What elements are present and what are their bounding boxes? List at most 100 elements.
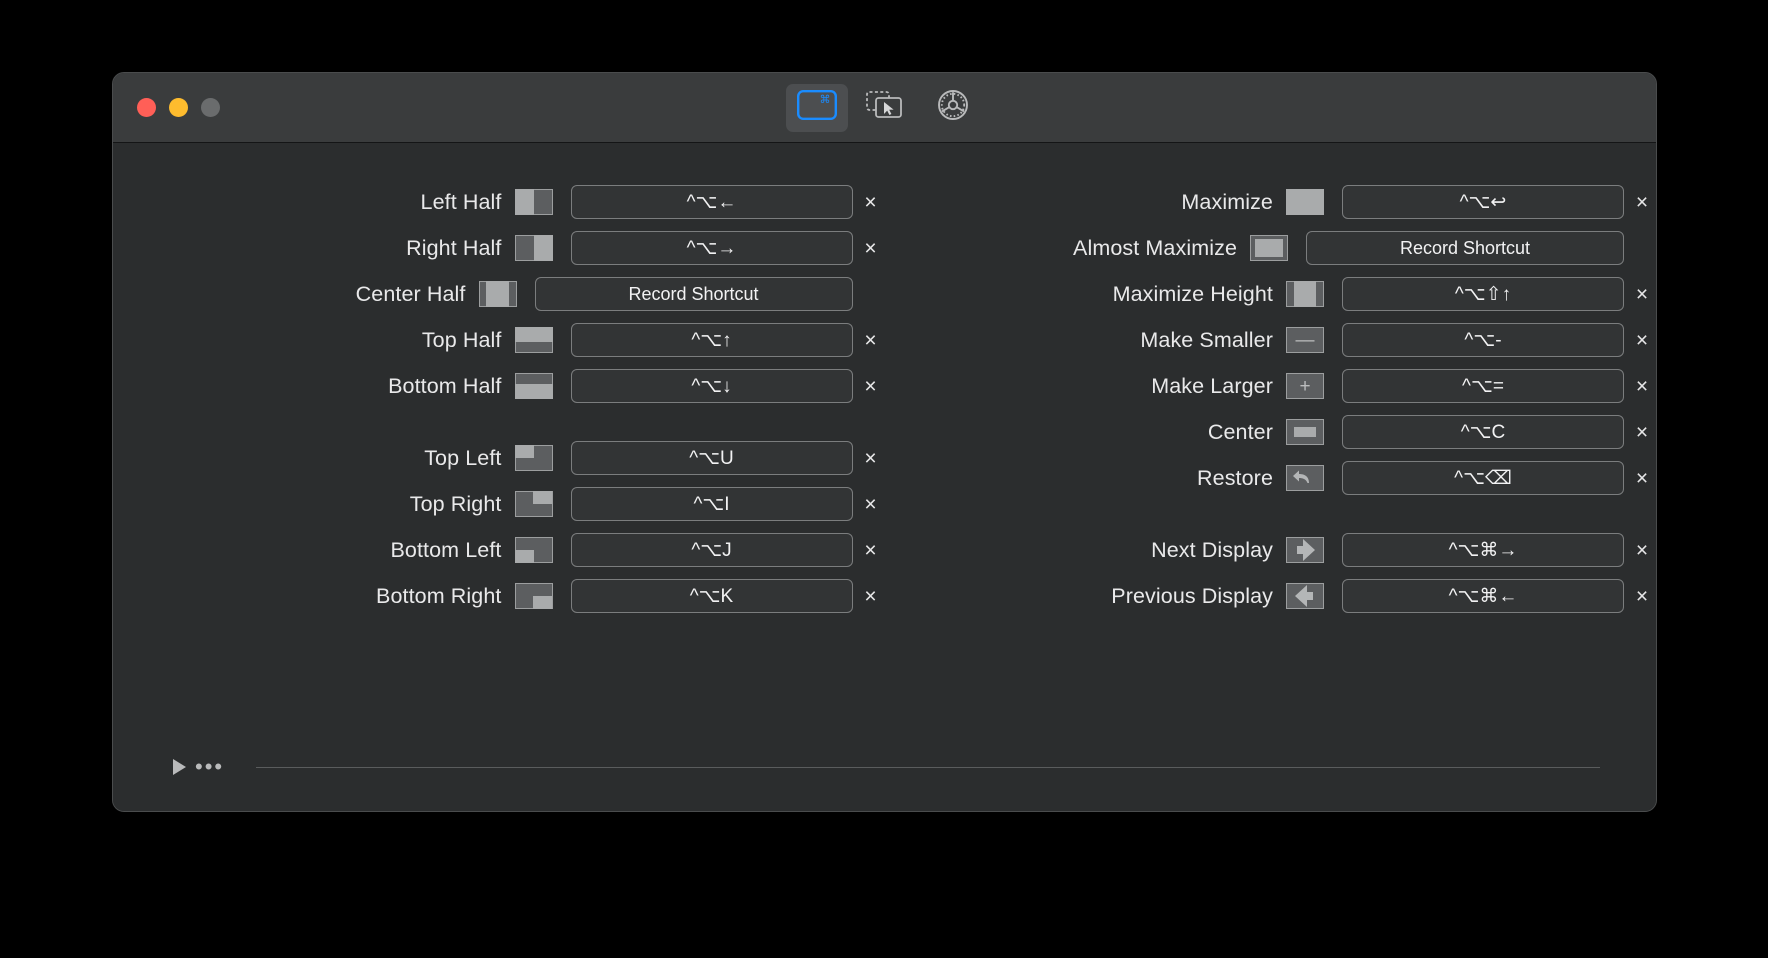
shortcut-control: ^⌥→ × xyxy=(570,231,885,265)
label-almost-maximize: Almost Maximize xyxy=(1073,235,1237,260)
shortcut-row: Right Half ^⌥→ × xyxy=(113,225,885,271)
window-mouse-tab[interactable] xyxy=(854,84,916,132)
shortcut-control: ^⌥I × xyxy=(570,487,885,521)
shortcut-field[interactable]: ^⌥C xyxy=(1342,415,1624,449)
label-previous-display: Previous Display xyxy=(1111,583,1273,608)
center-half-icon xyxy=(478,281,517,307)
titlebar: ⌘ xyxy=(113,73,1656,143)
shortcut-row: Top Right ^⌥I × xyxy=(113,481,885,527)
clear-shortcut-button[interactable]: × xyxy=(1628,326,1656,354)
shortcut-control: ^⌥C × xyxy=(1342,415,1656,449)
top-left-icon xyxy=(514,445,553,471)
shortcut-control: ^⌥⌫ × xyxy=(1342,461,1656,495)
left-half-icon xyxy=(514,189,553,215)
row-spacer xyxy=(885,501,1657,527)
window-snapping-tab[interactable]: ⌘ xyxy=(785,83,848,132)
minimize-button[interactable] xyxy=(169,98,188,117)
close-button[interactable] xyxy=(137,98,156,117)
shortcut-field[interactable]: ^⌥↩ xyxy=(1342,185,1624,219)
shortcut-control: ^⌥U × xyxy=(570,441,885,475)
bottom-right-icon xyxy=(514,583,553,609)
shortcut-field[interactable]: ^⌥U xyxy=(570,441,853,475)
record-shortcut-button[interactable]: Record Shortcut xyxy=(534,277,853,311)
shortcut-row: Maximize ^⌥↩ × xyxy=(885,179,1657,225)
label-top-half: Top Half xyxy=(421,327,502,352)
shortcut-row: Almost Maximize Record Shortcut× xyxy=(885,225,1657,271)
clear-shortcut-button[interactable]: × xyxy=(857,582,885,610)
top-half-icon xyxy=(514,327,553,353)
disclosure-triangle-icon[interactable] xyxy=(173,759,186,775)
shortcut-control: ^⌥⇧↑ × xyxy=(1342,277,1656,311)
shortcut-field[interactable]: ^⌥K xyxy=(570,579,853,613)
label-top-right: Top Right xyxy=(409,491,502,516)
footer-bar: ••• xyxy=(113,747,1656,787)
clear-shortcut-button[interactable]: × xyxy=(857,490,885,518)
clear-shortcut-button[interactable]: × xyxy=(857,234,885,262)
label-top-left: Top Left xyxy=(424,445,502,470)
record-shortcut-button[interactable]: Record Shortcut xyxy=(1306,231,1624,265)
shortcut-row: Top Half ^⌥↑ × xyxy=(113,317,885,363)
shortcut-control: ^⌥J × xyxy=(570,533,885,567)
label-center-half: Center Half xyxy=(355,281,466,306)
label-right-half: Right Half xyxy=(406,235,502,260)
clear-shortcut-button[interactable]: × xyxy=(1628,280,1656,308)
shortcut-row: Make Larger + ^⌥= × xyxy=(885,363,1657,409)
almost-maximize-icon xyxy=(1250,235,1288,261)
shortcut-field[interactable]: ^⌥= xyxy=(1342,369,1624,403)
window-command-icon: ⌘ xyxy=(796,90,837,125)
shortcut-field[interactable]: ^⌥⌘← xyxy=(1342,579,1624,613)
shortcut-field[interactable]: ^⌥⌫ xyxy=(1342,461,1624,495)
shortcut-row: Center ^⌥C × xyxy=(885,409,1657,455)
maximize-icon xyxy=(1286,189,1324,215)
shortcut-field[interactable]: ^⌥I xyxy=(570,487,853,521)
svg-text:⌘: ⌘ xyxy=(819,94,830,106)
shortcut-row: Bottom Left ^⌥J × xyxy=(113,527,885,573)
shortcut-field[interactable]: ^⌥⇧↑ xyxy=(1342,277,1624,311)
shortcut-field[interactable]: ^⌥J xyxy=(570,533,853,567)
preferences-tab[interactable] xyxy=(922,84,984,132)
shortcut-row: Bottom Right ^⌥K × xyxy=(113,573,885,619)
make-smaller-icon: — xyxy=(1286,327,1324,353)
shortcut-row: Make Smaller — ^⌥- × xyxy=(885,317,1657,363)
shortcut-control: ^⌥⌘→ × xyxy=(1342,533,1656,567)
clear-shortcut-button[interactable]: × xyxy=(857,188,885,216)
shortcut-control: ^⌥↓ × xyxy=(570,369,885,403)
clear-shortcut-button[interactable]: × xyxy=(1628,418,1656,446)
clear-shortcut-button[interactable]: × xyxy=(857,372,885,400)
clear-shortcut-button[interactable]: × xyxy=(1628,582,1656,610)
shortcut-control: ^⌥= × xyxy=(1342,369,1656,403)
shortcut-row: Maximize Height ^⌥⇧↑ × xyxy=(885,271,1657,317)
clear-shortcut-button[interactable]: × xyxy=(1628,536,1656,564)
shortcut-field[interactable]: ^⌥⌘→ xyxy=(1342,533,1624,567)
shortcut-field[interactable]: ^⌥- xyxy=(1342,323,1624,357)
right-half-icon xyxy=(514,235,553,261)
left-column: Left Half ^⌥← × Right Half ^⌥→ × Center Half Re… xyxy=(113,179,885,619)
shortcut-field[interactable]: ^⌥↑ xyxy=(570,323,853,357)
shortcut-field[interactable]: ^⌥↓ xyxy=(570,369,853,403)
label-restore: Restore xyxy=(1197,465,1273,490)
shortcut-control: ^⌥↑ × xyxy=(570,323,885,357)
footer-ellipsis[interactable]: ••• xyxy=(195,756,224,778)
clear-shortcut-button[interactable]: × xyxy=(857,444,885,472)
windows-cursor-icon xyxy=(865,89,905,126)
label-bottom-right: Bottom Right xyxy=(376,583,502,608)
zoom-button[interactable] xyxy=(201,98,220,117)
shortcut-field[interactable]: ^⌥← xyxy=(570,185,853,219)
shortcut-control: Record Shortcut× xyxy=(1306,231,1656,265)
clear-shortcut-button[interactable]: × xyxy=(1628,188,1656,216)
shortcut-control: ^⌥- × xyxy=(1342,323,1656,357)
clear-shortcut-button[interactable]: × xyxy=(857,536,885,564)
shortcut-field[interactable]: ^⌥→ xyxy=(570,231,853,265)
clear-shortcut-button[interactable]: × xyxy=(1628,372,1656,400)
screen: ⌘ Left Half ^⌥← × Right Half ^⌥→ × Cente… xyxy=(0,0,1768,958)
clear-shortcut-button[interactable]: × xyxy=(1628,464,1656,492)
clear-shortcut-button[interactable]: × xyxy=(857,326,885,354)
maximize-height-icon xyxy=(1286,281,1324,307)
footer-divider xyxy=(256,766,1600,768)
shortcut-row: Restore ^⌥⌫ × xyxy=(885,455,1657,501)
label-bottom-left: Bottom Left xyxy=(390,537,502,562)
shortcut-control: ^⌥K × xyxy=(570,579,885,613)
shortcut-row: Top Left ^⌥U × xyxy=(113,435,885,481)
label-left-half: Left Half xyxy=(420,189,502,214)
top-right-icon xyxy=(514,491,553,517)
